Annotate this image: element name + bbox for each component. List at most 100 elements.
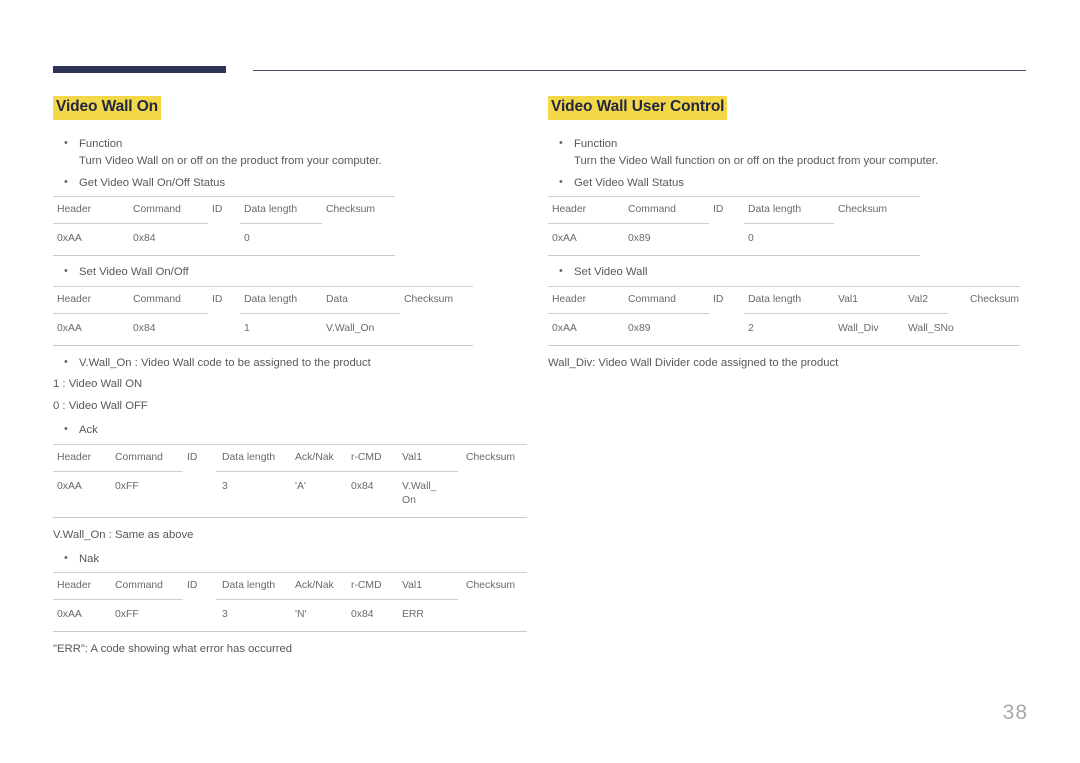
table-body-row: 0xAA 0xFF 3 'N' 0x84 ERR: [53, 600, 527, 631]
left-ack-item: Ack: [53, 421, 533, 439]
th-checksum: Checksum: [466, 580, 516, 592]
td-ack-nak: 'N': [295, 609, 307, 621]
header-rule: [53, 66, 1026, 74]
th-header: Header: [57, 451, 92, 463]
left-code-off: 0 : Video Wall OFF: [53, 400, 148, 413]
right-get-status-label: Get Video Wall Status: [574, 176, 684, 189]
th-id: ID: [212, 204, 223, 216]
table-header-row: Header Command ID Data length Ack/Nak r-…: [53, 445, 527, 471]
th-id: ID: [713, 204, 724, 216]
table-mid-rule: [53, 599, 527, 601]
td-command: 0xFF: [115, 480, 139, 492]
td-val1: Wall_Div: [838, 322, 879, 334]
td-ack-nak: 'A': [295, 480, 306, 492]
td-header: 0xAA: [57, 233, 82, 245]
table-header-row: Header Command ID Data length Ack/Nak r-…: [53, 573, 527, 599]
th-checksum: Checksum: [970, 293, 1020, 305]
right-function-label: Function: [574, 137, 618, 150]
left-get-status-item: Get Video Wall On/Off Status: [53, 174, 533, 192]
th-data-length: Data length: [244, 204, 298, 216]
td-command: 0x89: [628, 322, 651, 334]
page-title-left-text: Video Wall On: [53, 96, 162, 120]
th-ack-nak: Ack/Nak: [295, 451, 334, 463]
left-nak-item: Nak: [53, 550, 533, 568]
table-bottom-border: [53, 516, 527, 518]
table-body-row: 0xAA 0xFF 3 'A' 0x84 V.Wall_ On: [53, 472, 527, 517]
table-body-row: 0xAA 0x84 1 V.Wall_On: [53, 314, 473, 345]
th-val2: Val2: [908, 293, 929, 305]
table-mid-rule: [53, 223, 395, 225]
table-body-row: 0xAA 0x84 0: [53, 224, 395, 255]
table-mid-rule: [53, 312, 473, 314]
td-r-cmd: 0x84: [351, 609, 374, 621]
right-set-list: Set Video Wall: [548, 263, 1026, 281]
right-get-status-item: Get Video Wall Status: [548, 174, 1026, 192]
th-val1: Val1: [402, 580, 423, 592]
left-vwall-list: V.Wall_On : Video Wall code to be assign…: [53, 354, 533, 372]
td-data-length: 0: [244, 233, 250, 245]
right-wall-div-note: Wall_Div: Video Wall Divider code assign…: [548, 356, 839, 369]
th-r-cmd: r-CMD: [351, 451, 382, 463]
th-header: Header: [57, 204, 92, 216]
table-header-row: Header Command ID Data length Checksum: [53, 197, 395, 223]
table-body-row: 0xAA 0x89 2 Wall_Div Wall_SNo: [548, 314, 1020, 345]
td-data-length: 2: [748, 322, 754, 334]
td-val2: Wall_SNo: [908, 322, 954, 334]
th-id: ID: [212, 293, 223, 305]
th-id: ID: [187, 580, 198, 592]
th-checksum: Checksum: [466, 451, 516, 463]
page-title-left: Video Wall On: [53, 96, 162, 120]
table-body-row: 0xAA 0x89 0: [548, 224, 920, 255]
th-r-cmd: r-CMD: [351, 580, 382, 592]
table-bottom-border: [548, 255, 920, 257]
left-vwall-item: V.Wall_On : Video Wall code to be assign…: [53, 354, 533, 372]
table-header-row: Header Command ID Data length Data Check…: [53, 287, 473, 313]
th-data-length: Data length: [222, 580, 276, 592]
th-val1: Val1: [838, 293, 859, 305]
table-bottom-border: [53, 631, 527, 633]
right-get-table: Header Command ID Data length Checksum 0…: [548, 196, 920, 257]
right-set-table: Header Command ID Data length Val1 Val2 …: [548, 285, 1020, 346]
header-rule-thin: [253, 70, 1026, 71]
th-id: ID: [713, 293, 724, 305]
th-data-length: Data length: [244, 293, 298, 305]
td-val1: ERR: [402, 609, 424, 621]
left-ack-note: V.Wall_On : Same as above: [53, 528, 194, 541]
header-rule-thick: [53, 66, 226, 73]
left-function-text: Turn Video Wall on or off on the product…: [79, 155, 382, 168]
th-data: Data: [326, 293, 348, 305]
th-val1: Val1: [402, 451, 423, 463]
td-command: 0xFF: [115, 609, 139, 621]
right-set-item: Set Video Wall: [548, 263, 1026, 281]
th-data-length: Data length: [748, 293, 802, 305]
left-function-label: Function: [79, 137, 123, 150]
th-command: Command: [115, 451, 163, 463]
page-title-right-text: Video Wall User Control: [548, 96, 728, 120]
table-bottom-border: [548, 344, 1020, 346]
table-header-row: Header Command ID Data length Checksum: [548, 197, 920, 223]
td-header: 0xAA: [57, 480, 82, 492]
table-bottom-border: [53, 344, 473, 346]
th-data-length: Data length: [748, 204, 802, 216]
right-function-list: Function Turn the Video Wall function on…: [548, 135, 1026, 192]
document-page: Video Wall On Function Turn Video Wall o…: [0, 0, 1080, 763]
th-header: Header: [57, 580, 92, 592]
left-set-list: Set Video Wall On/Off: [53, 263, 533, 281]
left-set-table: Header Command ID Data length Data Check…: [53, 285, 473, 346]
left-get-table: Header Command ID Data length Checksum 0…: [53, 196, 395, 257]
td-header: 0xAA: [552, 233, 577, 245]
page-number: 38: [1002, 701, 1028, 724]
table-mid-rule: [548, 223, 920, 225]
th-checksum: Checksum: [326, 204, 376, 216]
td-data-length: 3: [222, 609, 228, 621]
td-data-length: 1: [244, 322, 250, 334]
td-command: 0x84: [133, 233, 156, 245]
th-ack-nak: Ack/Nak: [295, 580, 334, 592]
th-header: Header: [57, 293, 92, 305]
th-header: Header: [552, 204, 587, 216]
table-mid-rule: [548, 312, 1020, 314]
left-ack-label: Ack: [79, 424, 98, 437]
left-ack-table: Header Command ID Data length Ack/Nak r-…: [53, 443, 527, 518]
th-checksum: Checksum: [404, 293, 454, 305]
td-data-length: 3: [222, 480, 228, 492]
